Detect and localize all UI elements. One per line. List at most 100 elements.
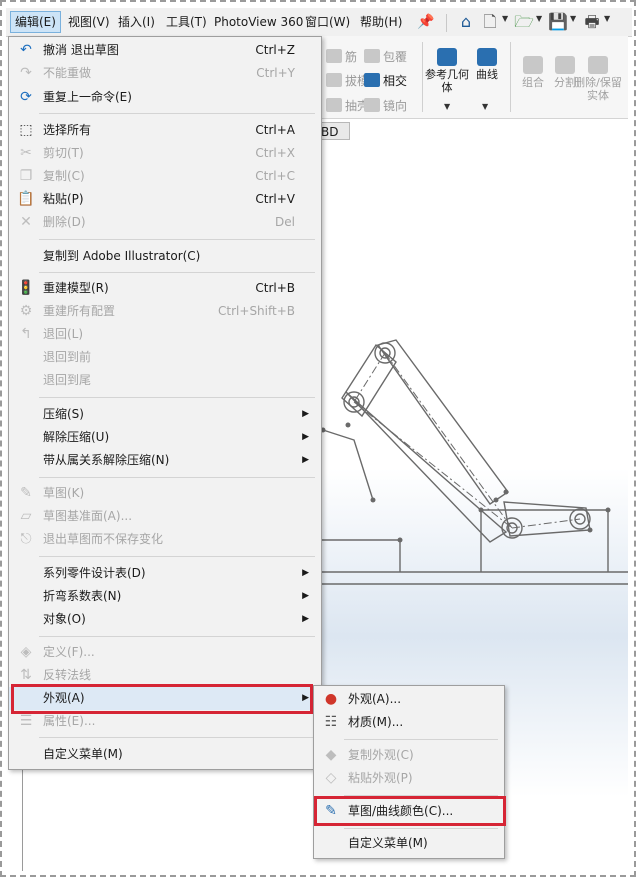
highlight-sketch-curve-color: [314, 796, 506, 826]
rib-icon: [326, 49, 342, 63]
sketch-icon: ✎: [20, 485, 32, 501]
menu-photoview[interactable]: PhotoView 360: [210, 12, 307, 32]
menu-separator: [39, 737, 315, 738]
support-left: [318, 539, 401, 572]
menu-item-customize-menu[interactable]: 自定义菜单(M): [9, 743, 319, 766]
menu-item-unsuppress[interactable]: 解除压缩(U) ▶: [9, 426, 319, 449]
properties-icon: ☰: [19, 713, 33, 729]
ribbon-rib[interactable]: 筋: [326, 48, 357, 65]
highlight-appearance: [11, 684, 313, 714]
appearance-submenu: ● 外观(A)... ☷ 材质(M)... ◆ 复制外观(C) ◇ 粘贴外观(P…: [313, 685, 505, 859]
open-folder-icon[interactable]: 🗁: [514, 12, 534, 32]
menu-item-exit-sketch-discard[interactable]: ⎋ 退出草图而不保存变化: [9, 528, 319, 551]
menu-separator: [39, 556, 315, 557]
ribbon-delete-keep[interactable]: 删除/保留实体: [573, 56, 623, 102]
print-dropdown-icon[interactable]: ▼: [604, 14, 610, 23]
shell-icon: [326, 98, 342, 112]
ribbon-shell[interactable]: 抽壳: [326, 97, 369, 114]
menu-edit[interactable]: 编辑(E): [10, 11, 61, 33]
rollback-icon: ↰: [20, 326, 32, 342]
mirror-icon: [364, 98, 380, 112]
open-dropdown-icon[interactable]: ▼: [536, 14, 542, 23]
menu-separator: [344, 739, 498, 740]
submenu-item-appearance[interactable]: ● 外观(A)...: [314, 688, 502, 711]
submenu-arrow-icon: ▶: [302, 568, 309, 578]
menu-item-rebuild-all[interactable]: ⚙ 重建所有配置 Ctrl+Shift+B: [9, 300, 319, 323]
menu-item-repeat[interactable]: ⟳ 重复上一命令(E): [9, 86, 319, 109]
tab-3d-view[interactable]: BD: [318, 122, 350, 140]
menu-separator: [344, 828, 498, 829]
curves-dropdown-icon[interactable]: ▼: [482, 102, 488, 111]
save-dropdown-icon[interactable]: ▼: [570, 14, 576, 23]
appearance-icon: ●: [324, 691, 338, 707]
menu-item-sketch-plane[interactable]: ▱ 草图基准面(A)...: [9, 505, 319, 528]
ribbon-mirror[interactable]: 镜向: [364, 97, 407, 114]
home-icon[interactable]: ⌂: [456, 12, 476, 32]
delete-icon: ✕: [20, 214, 32, 230]
menu-item-design-table[interactable]: 系列零件设计表(D) ▶: [9, 562, 319, 585]
menu-item-redo[interactable]: ↷ 不能重做 Ctrl+Y: [9, 62, 319, 85]
menu-tools[interactable]: 工具(T): [162, 12, 211, 32]
menu-view[interactable]: 视图(V): [64, 12, 114, 32]
delete-keep-body-icon: [588, 56, 608, 74]
menu-item-define[interactable]: ◈ 定义(F)...: [9, 641, 319, 664]
ribbon-wrap[interactable]: 包覆: [364, 48, 407, 65]
menu-item-rollback-end[interactable]: 退回到尾: [9, 369, 319, 392]
edit-menu: ↶ 撤消 退出草图 Ctrl+Z ↷ 不能重做 Ctrl+Y ⟳ 重复上一命令(…: [8, 36, 322, 770]
menu-help[interactable]: 帮助(H): [356, 12, 406, 32]
new-document-icon[interactable]: 🗋: [480, 12, 500, 32]
submenu-arrow-icon: ▶: [302, 614, 309, 624]
flip-normal-icon: ⇅: [20, 667, 32, 683]
strut: [322, 429, 374, 501]
undo-icon: ↶: [20, 42, 32, 58]
menu-item-bend-table[interactable]: 折弯系数表(N) ▶: [9, 585, 319, 608]
submenu-item-material[interactable]: ☷ 材质(M)...: [314, 711, 502, 734]
menu-separator: [39, 113, 315, 114]
menu-item-rollback-previous[interactable]: 退回到前: [9, 346, 319, 369]
menu-item-sketch[interactable]: ✎ 草图(K): [9, 482, 319, 505]
pin-icon[interactable]: 📌: [416, 12, 436, 32]
menu-insert[interactable]: 插入(I): [114, 12, 159, 32]
paste-appearance-icon: ◇: [325, 770, 337, 786]
submenu-item-paste-appearance[interactable]: ◇ 粘贴外观(P): [314, 767, 502, 790]
ribbon-draft[interactable]: 拔模: [326, 72, 369, 89]
menu-item-suppress[interactable]: 压缩(S) ▶: [9, 403, 319, 426]
ref-geometry-dropdown-icon[interactable]: ▼: [444, 102, 450, 111]
link-c: [376, 339, 509, 505]
menu-separator: [39, 239, 315, 240]
ribbon-curves[interactable]: 曲线: [462, 48, 512, 81]
menu-separator: [39, 477, 315, 478]
cut-icon: ✂: [20, 145, 32, 161]
menu-item-copy-to-illustrator[interactable]: 复制到 Adobe Illustrator(C): [9, 245, 319, 268]
new-dropdown-icon[interactable]: ▼: [502, 14, 508, 23]
menu-item-paste[interactable]: 📋 粘贴(P) Ctrl+V: [9, 188, 319, 211]
submenu-arrow-icon: ▶: [302, 409, 309, 419]
ribbon-intersect[interactable]: 相交: [364, 72, 407, 89]
menu-item-rebuild[interactable]: 🚦 重建模型(R) Ctrl+B: [9, 277, 319, 300]
menu-window[interactable]: 窗口(W): [301, 12, 354, 32]
exit-sketch-icon: ⎋: [20, 531, 32, 547]
wrap-icon: [364, 49, 380, 63]
print-icon[interactable]: 🖶: [582, 12, 602, 32]
menu-item-select-all[interactable]: ⬚ 选择所有 Ctrl+A: [9, 119, 319, 142]
curves-icon: [477, 48, 497, 66]
select-all-icon: ⬚: [19, 122, 33, 138]
menu-item-rollback[interactable]: ↰ 退回(L): [9, 323, 319, 346]
submenu-item-copy-appearance[interactable]: ◆ 复制外观(C): [314, 744, 502, 767]
feature-ribbon: 筋 包覆 拔模 相交 抽壳 镜向 参考几何体 曲线 ▼ ▼ 组合 分割 删除/保…: [318, 36, 628, 119]
menu-item-object[interactable]: 对象(O) ▶: [9, 608, 319, 631]
menu-item-delete[interactable]: ✕ 删除(D) Del: [9, 211, 319, 234]
menu-item-undo[interactable]: ↶ 撤消 退出草图 Ctrl+Z: [9, 39, 319, 62]
menu-item-cut[interactable]: ✂ 剪切(T) Ctrl+X: [9, 142, 319, 165]
toolbar-separator: [446, 14, 447, 32]
save-icon[interactable]: 💾: [548, 12, 568, 32]
submenu-item-customize-menu[interactable]: 自定义菜单(M): [314, 832, 502, 855]
submenu-arrow-icon: ▶: [302, 591, 309, 601]
reference-geometry-icon: [437, 48, 457, 66]
split-icon: [555, 56, 575, 74]
submenu-arrow-icon: ▶: [302, 455, 309, 465]
menu-item-copy[interactable]: ❐ 复制(C) Ctrl+C: [9, 165, 319, 188]
menu-item-unsuppress-dependents[interactable]: 带从属关系解除压缩(N) ▶: [9, 449, 319, 472]
define-icon: ◈: [20, 644, 32, 660]
material-icon: ☷: [324, 714, 338, 730]
